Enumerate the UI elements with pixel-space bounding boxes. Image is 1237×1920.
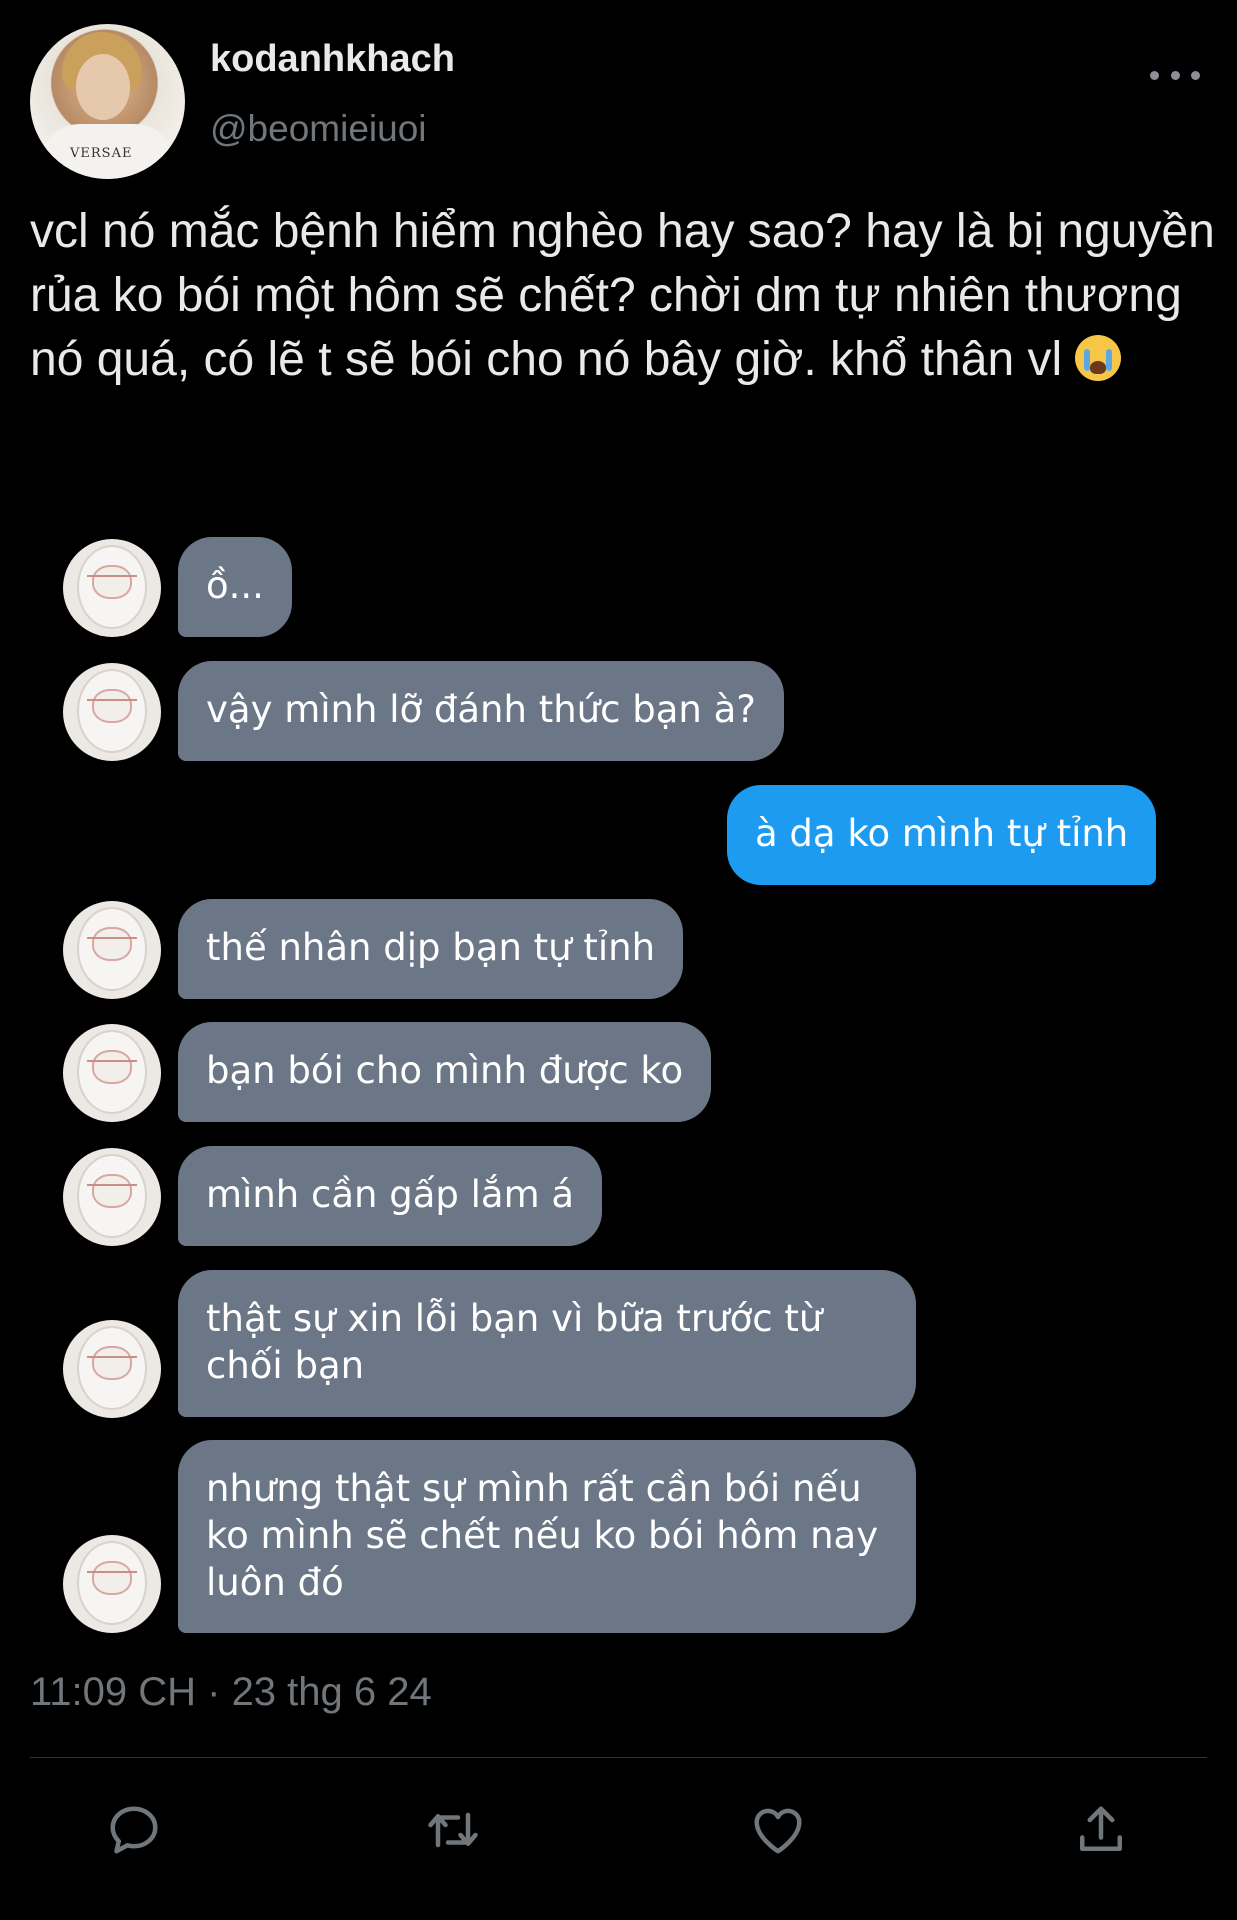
chat-screenshot: ồ... vậy mình lỡ đánh thức bạn à? à dạ k… bbox=[0, 0, 1237, 1920]
chat-bubble-other: bạn bói cho mình được ko bbox=[178, 1022, 712, 1122]
share-button[interactable] bbox=[1071, 1800, 1131, 1860]
chat-avatar bbox=[63, 1320, 161, 1418]
reply-button[interactable] bbox=[104, 1800, 164, 1860]
avatar-mask-strap bbox=[87, 1184, 137, 1186]
tweet-card: VERSAE kodanhkhach @beomieiuoi vcl nó mắ… bbox=[0, 0, 1237, 1920]
tweet-timestamp[interactable]: 11:09 CH · 23 thg 6 24 bbox=[30, 1670, 432, 1715]
chat-bubble-other: mình cần gấp lắm á bbox=[178, 1146, 603, 1246]
chat-bubble-other: thật sự xin lỗi bạn vì bữa trước từ chối… bbox=[178, 1270, 916, 1417]
avatar-mask-strap bbox=[87, 1571, 137, 1573]
like-button[interactable] bbox=[748, 1800, 808, 1860]
avatar-mask bbox=[92, 1561, 132, 1595]
avatar-mask-strap bbox=[87, 937, 137, 939]
avatar-mask bbox=[92, 1050, 132, 1084]
avatar-mask-strap bbox=[87, 1060, 137, 1062]
retweet-icon bbox=[428, 1812, 478, 1848]
reply-icon bbox=[110, 1806, 158, 1854]
heart-icon bbox=[754, 1808, 802, 1854]
chat-bubble-other: ồ... bbox=[178, 537, 292, 637]
share-icon bbox=[1080, 1806, 1122, 1851]
avatar-mask bbox=[92, 927, 132, 961]
chat-bubble-other: nhưng thật sự mình rất cần bói nếu ko mì… bbox=[178, 1440, 916, 1633]
avatar-mask-strap bbox=[87, 1356, 137, 1358]
chat-avatar bbox=[63, 1148, 161, 1246]
chat-bubble-other: thế nhân dịp bạn tự tỉnh bbox=[178, 899, 684, 999]
chat-avatar bbox=[63, 901, 161, 999]
avatar-mask-strap bbox=[87, 699, 137, 701]
chat-avatar bbox=[63, 539, 161, 637]
avatar-mask bbox=[92, 1174, 132, 1208]
divider bbox=[30, 1757, 1207, 1758]
retweet-button[interactable] bbox=[423, 1800, 483, 1860]
avatar-mask bbox=[92, 1346, 132, 1380]
avatar-mask bbox=[92, 689, 132, 723]
chat-avatar bbox=[63, 1535, 161, 1633]
avatar-mask-strap bbox=[87, 575, 137, 577]
chat-bubble-other: vậy mình lỡ đánh thức bạn à? bbox=[178, 661, 784, 761]
chat-avatar bbox=[63, 1024, 161, 1122]
chat-avatar bbox=[63, 663, 161, 761]
avatar-mask bbox=[92, 565, 132, 599]
chat-bubble-me: à dạ ko mình tự tỉnh bbox=[727, 785, 1157, 885]
